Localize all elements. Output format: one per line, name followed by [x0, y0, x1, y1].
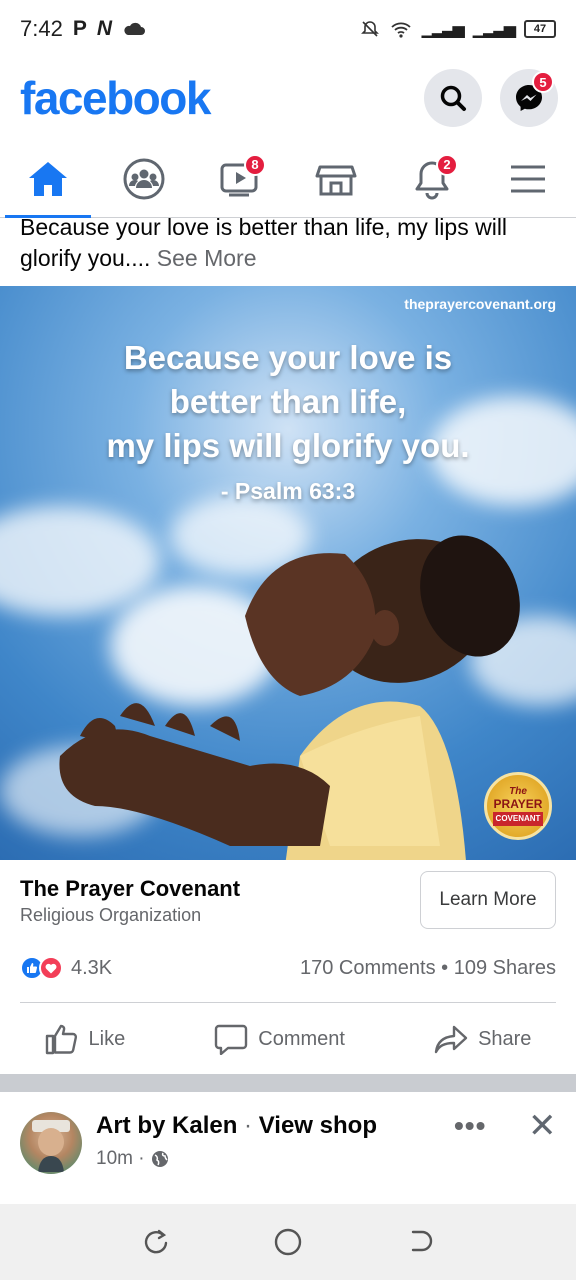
post-author-line: Art by Kalen · View shop: [96, 1112, 377, 1140]
comment-button[interactable]: Comment: [204, 1009, 355, 1069]
divider: [20, 1002, 556, 1003]
next-post-header: Art by Kalen · View shop 10m · ••• ✕: [0, 1092, 576, 1204]
site-watermark: theprayercovenant.org: [404, 296, 556, 312]
marketplace-icon: [315, 165, 357, 195]
share-icon: [434, 1025, 468, 1054]
seal-text: COVENANT: [492, 812, 544, 826]
post-actions: Like Comment Share: [0, 1004, 576, 1074]
view-shop-link[interactable]: View shop: [259, 1112, 377, 1139]
main-nav: 8 2: [0, 140, 576, 218]
battery-icon: 47: [524, 20, 556, 38]
comment-count[interactable]: 170 Comments: [300, 957, 436, 979]
quote-line: Because your love is: [123, 339, 453, 376]
close-icon[interactable]: ✕: [528, 1106, 557, 1146]
globe-icon: [151, 1151, 168, 1167]
share-count[interactable]: 109 Shares: [454, 957, 556, 979]
status-bar: 7:42 P N ▁▂▃▅ ▁▂▃▅ 47: [0, 0, 576, 58]
groups-icon: [123, 158, 165, 199]
reactions-summary: 4.3K 170 Comments • 109 Shares: [20, 950, 556, 986]
watch-badge: 8: [244, 153, 266, 176]
tab-home[interactable]: [0, 140, 96, 218]
tab-watch[interactable]: 8: [192, 140, 288, 218]
tab-menu[interactable]: [480, 140, 576, 218]
quote-reference: - Psalm 63:3: [220, 478, 356, 504]
thumbs-up-icon: [45, 1024, 77, 1055]
home-nav-icon[interactable]: [273, 1227, 303, 1257]
wifi-icon: [390, 22, 411, 38]
prayer-covenant-seal: The PRAYER COVENANT: [484, 772, 552, 840]
search-icon: [440, 85, 466, 111]
signal-icon: ▁▂▃▅: [421, 21, 465, 38]
tab-groups[interactable]: [96, 140, 192, 218]
comment-icon: [215, 1024, 248, 1055]
post-time[interactable]: 10m ·: [96, 1148, 145, 1170]
recent-apps-icon[interactable]: [141, 1227, 171, 1257]
post-caption: Because your love is better than life, m…: [20, 212, 560, 274]
engagement-stats: 170 Comments • 109 Shares: [300, 957, 556, 980]
see-more-link[interactable]: See More: [157, 245, 257, 271]
quote-line: my lips will glorify you.: [106, 427, 470, 464]
love-reaction-icon: [39, 956, 63, 980]
stats-separator: •: [441, 956, 454, 979]
learn-more-button[interactable]: Learn More: [420, 871, 556, 929]
reaction-count: 4.3K: [71, 956, 113, 979]
caption-text: Because your love is better than life, m…: [20, 214, 508, 271]
title-separator: ·: [244, 1112, 253, 1139]
sponsor-row: The Prayer Covenant Religious Organizati…: [0, 860, 576, 942]
comment-label: Comment: [258, 1027, 345, 1050]
more-options-icon[interactable]: •••: [454, 1110, 486, 1142]
facebook-logo[interactable]: facebook: [20, 71, 211, 125]
post-image[interactable]: theprayercovenant.org Because your love …: [0, 286, 576, 860]
seal-text: PRAYER: [493, 797, 543, 811]
page-name[interactable]: The Prayer Covenant: [20, 876, 240, 902]
clock: 7:42: [20, 16, 63, 41]
share-button[interactable]: Share: [424, 1009, 541, 1069]
notifications-badge: 2: [436, 153, 458, 176]
quote-line: better than life,: [169, 383, 407, 420]
messenger-button[interactable]: 5: [500, 69, 558, 127]
feed-separator: [0, 1074, 576, 1092]
page-category: Religious Organization: [20, 905, 202, 925]
system-nav-bar: [0, 1204, 576, 1280]
quote-text: Because your love is better than life, m…: [0, 336, 576, 468]
like-label: Like: [88, 1027, 126, 1050]
tab-notifications[interactable]: 2: [384, 140, 480, 218]
back-icon[interactable]: [405, 1227, 435, 1257]
n-notification-icon: N: [96, 17, 113, 40]
author-name[interactable]: Art by Kalen: [96, 1112, 237, 1139]
home-icon: [29, 161, 67, 196]
hamburger-icon: [511, 165, 545, 192]
reaction-count-group[interactable]: 4.3K: [20, 956, 112, 980]
tab-marketplace[interactable]: [288, 140, 384, 218]
signal-icon-2: ▁▂▃▅: [472, 21, 516, 38]
messenger-badge: 5: [532, 71, 554, 93]
like-button[interactable]: Like: [35, 1009, 136, 1069]
search-button[interactable]: [424, 69, 482, 127]
mute-icon: [360, 21, 379, 37]
p-notification-icon: P: [72, 17, 87, 40]
share-label: Share: [478, 1027, 532, 1050]
cloud-icon: [124, 22, 146, 35]
app-header: facebook 5: [0, 62, 576, 134]
post-meta: 10m ·: [96, 1148, 169, 1170]
avatar[interactable]: [20, 1112, 82, 1174]
